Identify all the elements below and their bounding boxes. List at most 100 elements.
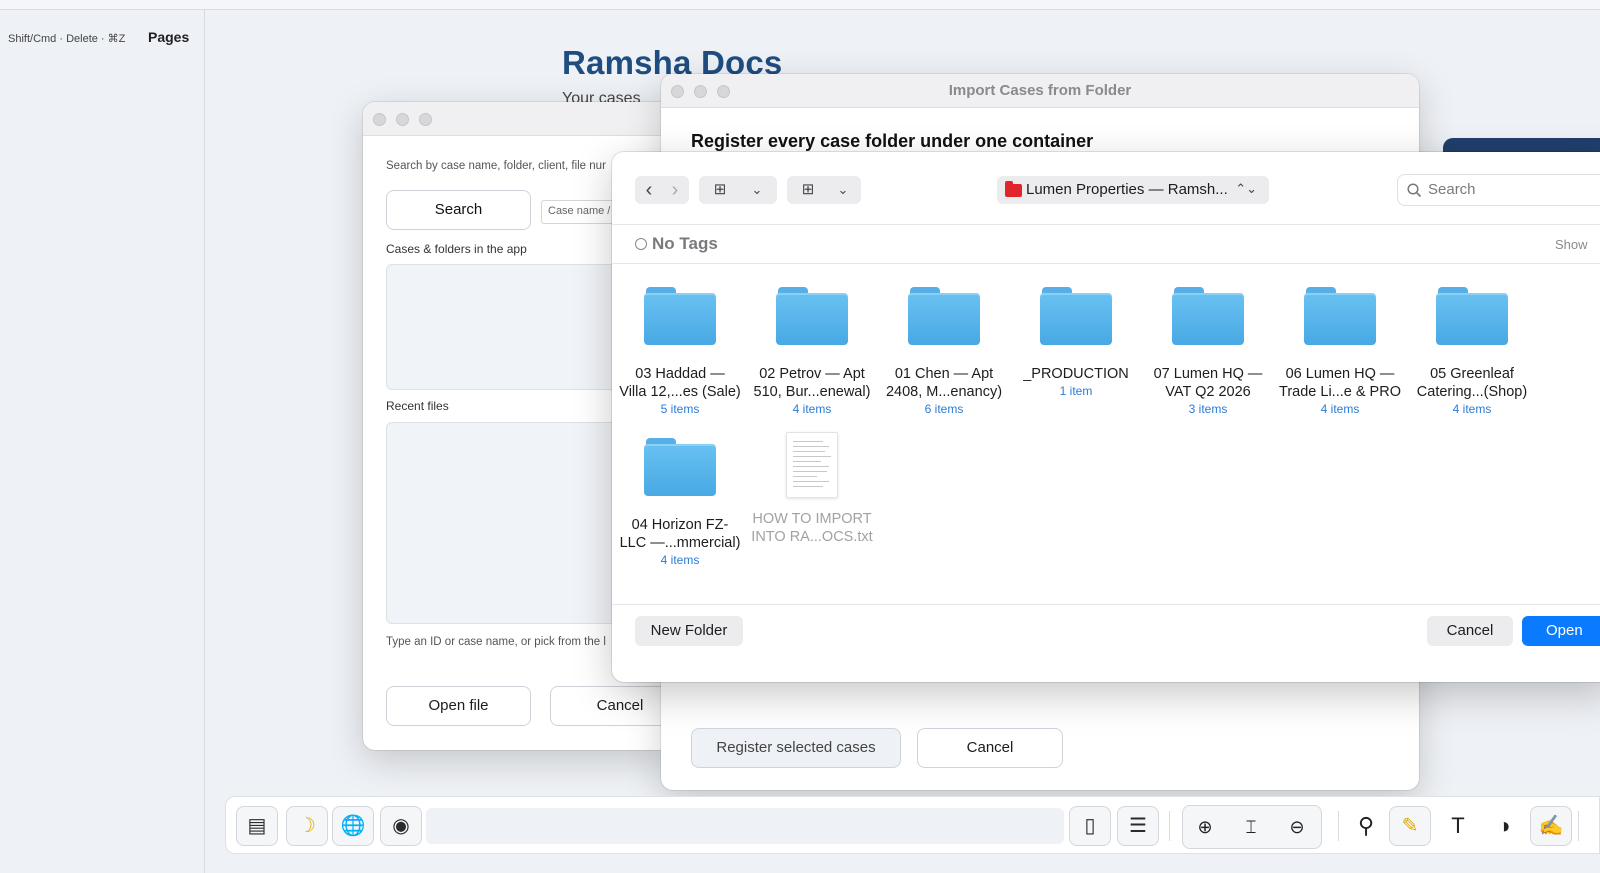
divider	[1578, 811, 1579, 841]
import-heading: Register every case folder under one con…	[691, 131, 1094, 151]
item-name: 06 Lumen HQ — Trade Li...e & PRO	[1279, 366, 1401, 400]
divider	[612, 604, 1600, 605]
footer-hint: Type an ID or case name, or pick from th…	[386, 636, 606, 648]
text-tool-icon[interactable]: T	[1438, 806, 1478, 846]
item-name: 01 Chen — Apt 2408, M...enancy)	[885, 366, 1003, 400]
zoom-out-icon[interactable]: ⊖	[1277, 807, 1317, 847]
folder-item[interactable]: 01 Chen — Apt 2408, M...enancy) 6 items	[879, 287, 1009, 417]
item-name: 07 Lumen HQ — VAT Q2 2026	[1153, 366, 1263, 400]
palette-icon[interactable]: ◑	[1484, 806, 1524, 846]
red-folder-icon	[1005, 181, 1022, 197]
fit-width-icon[interactable]: ⌶	[1231, 807, 1271, 847]
divider	[1169, 811, 1170, 841]
search-hint: Search by case name, folder, client, fil…	[386, 160, 606, 172]
search-icon	[1407, 183, 1422, 198]
moon-icon[interactable]: ☽	[286, 806, 328, 846]
updown-chevron-icon: ⌃⌄	[1235, 181, 1257, 196]
search-button[interactable]: Search	[386, 190, 531, 230]
folder-icon	[644, 287, 716, 345]
tags-bar: No Tags Show	[612, 224, 1600, 264]
item-count: 4 items	[1452, 402, 1492, 416]
item-count: 4 items	[1320, 402, 1360, 416]
item-name: 04 Horizon FZ- LLC —...mmercial)	[619, 517, 741, 551]
folder-icon	[644, 438, 716, 496]
show-tags-link[interactable]: Show	[1555, 237, 1588, 252]
top-strip	[0, 0, 1600, 10]
folder-icon	[908, 287, 980, 345]
item-name: 02 Petrov — Apt 510, Bur...enewal)	[753, 366, 871, 400]
file-item[interactable]: HOW TO IMPORT INTO RA...OCS.txt	[747, 432, 877, 546]
folder-item[interactable]: 04 Horizon FZ- LLC —...mmercial) 4 items	[615, 438, 745, 568]
folder-picker-dialog: ‹ › ⊞ ⌄ ⊞ ⌄ Lumen Properties — Ramsh... …	[612, 152, 1600, 682]
folder-item[interactable]: 06 Lumen HQ — Trade Li...e & PRO 4 items	[1275, 287, 1405, 417]
globe-icon[interactable]: 🌐	[332, 806, 374, 846]
group-icon: ⊞	[801, 181, 815, 198]
cases-label: Cases & folders in the app	[386, 242, 527, 256]
item-count: 3 items	[1188, 402, 1228, 416]
window-title: Import Cases from Folder	[948, 82, 1132, 99]
search-placeholder: Search	[1428, 181, 1476, 198]
highlighter-icon[interactable]: ✎	[1389, 806, 1431, 846]
chevron-down-icon: ⌄	[837, 182, 849, 197]
cancel-button[interactable]: Cancel	[550, 686, 673, 726]
recent-files-label: Recent files	[386, 399, 449, 413]
tag-circle-icon	[635, 238, 647, 250]
view-mode-button[interactable]: ⊞ ⌄	[699, 176, 777, 204]
bottom-toolbar: ▤ ☽ 🌐 ◉ ▯ ☰ ⊕ ⌶ ⊖ ⚲ ✎ T ◑ ✍	[225, 796, 1600, 854]
shortcut-hint: Shift/Cmd · Delete · ⌘Z	[8, 33, 126, 45]
search-icon[interactable]: ⚲	[1346, 806, 1386, 846]
sidebar-title: Pages	[148, 29, 190, 45]
person-icon[interactable]: ◉	[380, 806, 422, 846]
location-label: Lumen Properties — Ramsh...	[1026, 181, 1228, 198]
page-view-icon[interactable]: ▯	[1069, 806, 1111, 846]
zoom-controls: ⊕ ⌶ ⊖	[1182, 805, 1322, 849]
nav-buttons: ‹ ›	[635, 176, 689, 204]
picker-cancel-button[interactable]: Cancel	[1427, 616, 1513, 646]
forward-icon[interactable]: ›	[663, 176, 687, 204]
divider	[1338, 811, 1339, 841]
back-icon[interactable]: ‹	[637, 176, 661, 204]
item-count: 5 items	[660, 402, 700, 416]
folder-item[interactable]: 03 Haddad — Villa 12,...es (Sale) 5 items	[615, 287, 745, 417]
new-folder-button[interactable]: New Folder	[635, 616, 743, 646]
folder-item[interactable]: 07 Lumen HQ — VAT Q2 2026 3 items	[1143, 287, 1273, 417]
window-titlebar: Import Cases from Folder	[661, 74, 1419, 108]
folder-item[interactable]: _PRODUCTION 1 item	[1011, 287, 1141, 399]
close-window-button[interactable]	[373, 113, 386, 126]
folder-item[interactable]: 05 Greenleaf Catering...(Shop) 4 items	[1407, 287, 1537, 417]
chevron-down-icon: ⌄	[751, 182, 763, 197]
item-name: 05 Greenleaf Catering...(Shop)	[1416, 366, 1528, 400]
item-count: 4 items	[792, 402, 832, 416]
item-name: HOW TO IMPORT INTO RA...OCS.txt	[751, 511, 873, 545]
folder-icon	[776, 287, 848, 345]
location-popup[interactable]: Lumen Properties — Ramsh... ⌃⌄	[997, 176, 1269, 204]
icon-view-icon: ⊞	[713, 181, 727, 198]
open-button[interactable]: Open	[1522, 616, 1600, 646]
zoom-in-icon[interactable]: ⊕	[1185, 807, 1225, 847]
import-cancel-button[interactable]: Cancel	[917, 728, 1063, 768]
folder-icon	[1040, 287, 1112, 345]
item-count: 1 item	[1059, 384, 1093, 398]
folder-icon	[1172, 287, 1244, 345]
zoom-window-button[interactable]	[419, 113, 432, 126]
no-tags-label[interactable]: No Tags	[652, 234, 718, 254]
folder-icon	[1304, 287, 1376, 345]
pages-sidebar: Shift/Cmd · Delete · ⌘Z Pages	[0, 10, 205, 873]
group-by-button[interactable]: ⊞ ⌄	[787, 176, 861, 204]
text-document-icon	[786, 432, 838, 498]
register-selected-button[interactable]: Register selected cases	[691, 728, 901, 768]
window-titlebar	[363, 102, 673, 136]
minimize-window-button[interactable]	[396, 113, 409, 126]
page-scrubber[interactable]	[426, 808, 1064, 844]
folder-icon	[1436, 287, 1508, 345]
signature-icon[interactable]: ✍	[1530, 806, 1572, 846]
list-view-icon[interactable]: ☰	[1117, 806, 1159, 846]
open-file-button[interactable]: Open file	[386, 686, 531, 726]
sidebar-toggle-icon[interactable]: ▤	[236, 806, 278, 846]
item-count: 6 items	[924, 402, 964, 416]
item-count: 4 items	[660, 553, 700, 567]
item-name: _PRODUCTION	[1023, 366, 1129, 382]
folder-item[interactable]: 02 Petrov — Apt 510, Bur...enewal) 4 item…	[747, 287, 877, 417]
item-name: 03 Haddad — Villa 12,...es (Sale)	[619, 366, 741, 400]
picker-search-input[interactable]: Search	[1397, 174, 1600, 206]
